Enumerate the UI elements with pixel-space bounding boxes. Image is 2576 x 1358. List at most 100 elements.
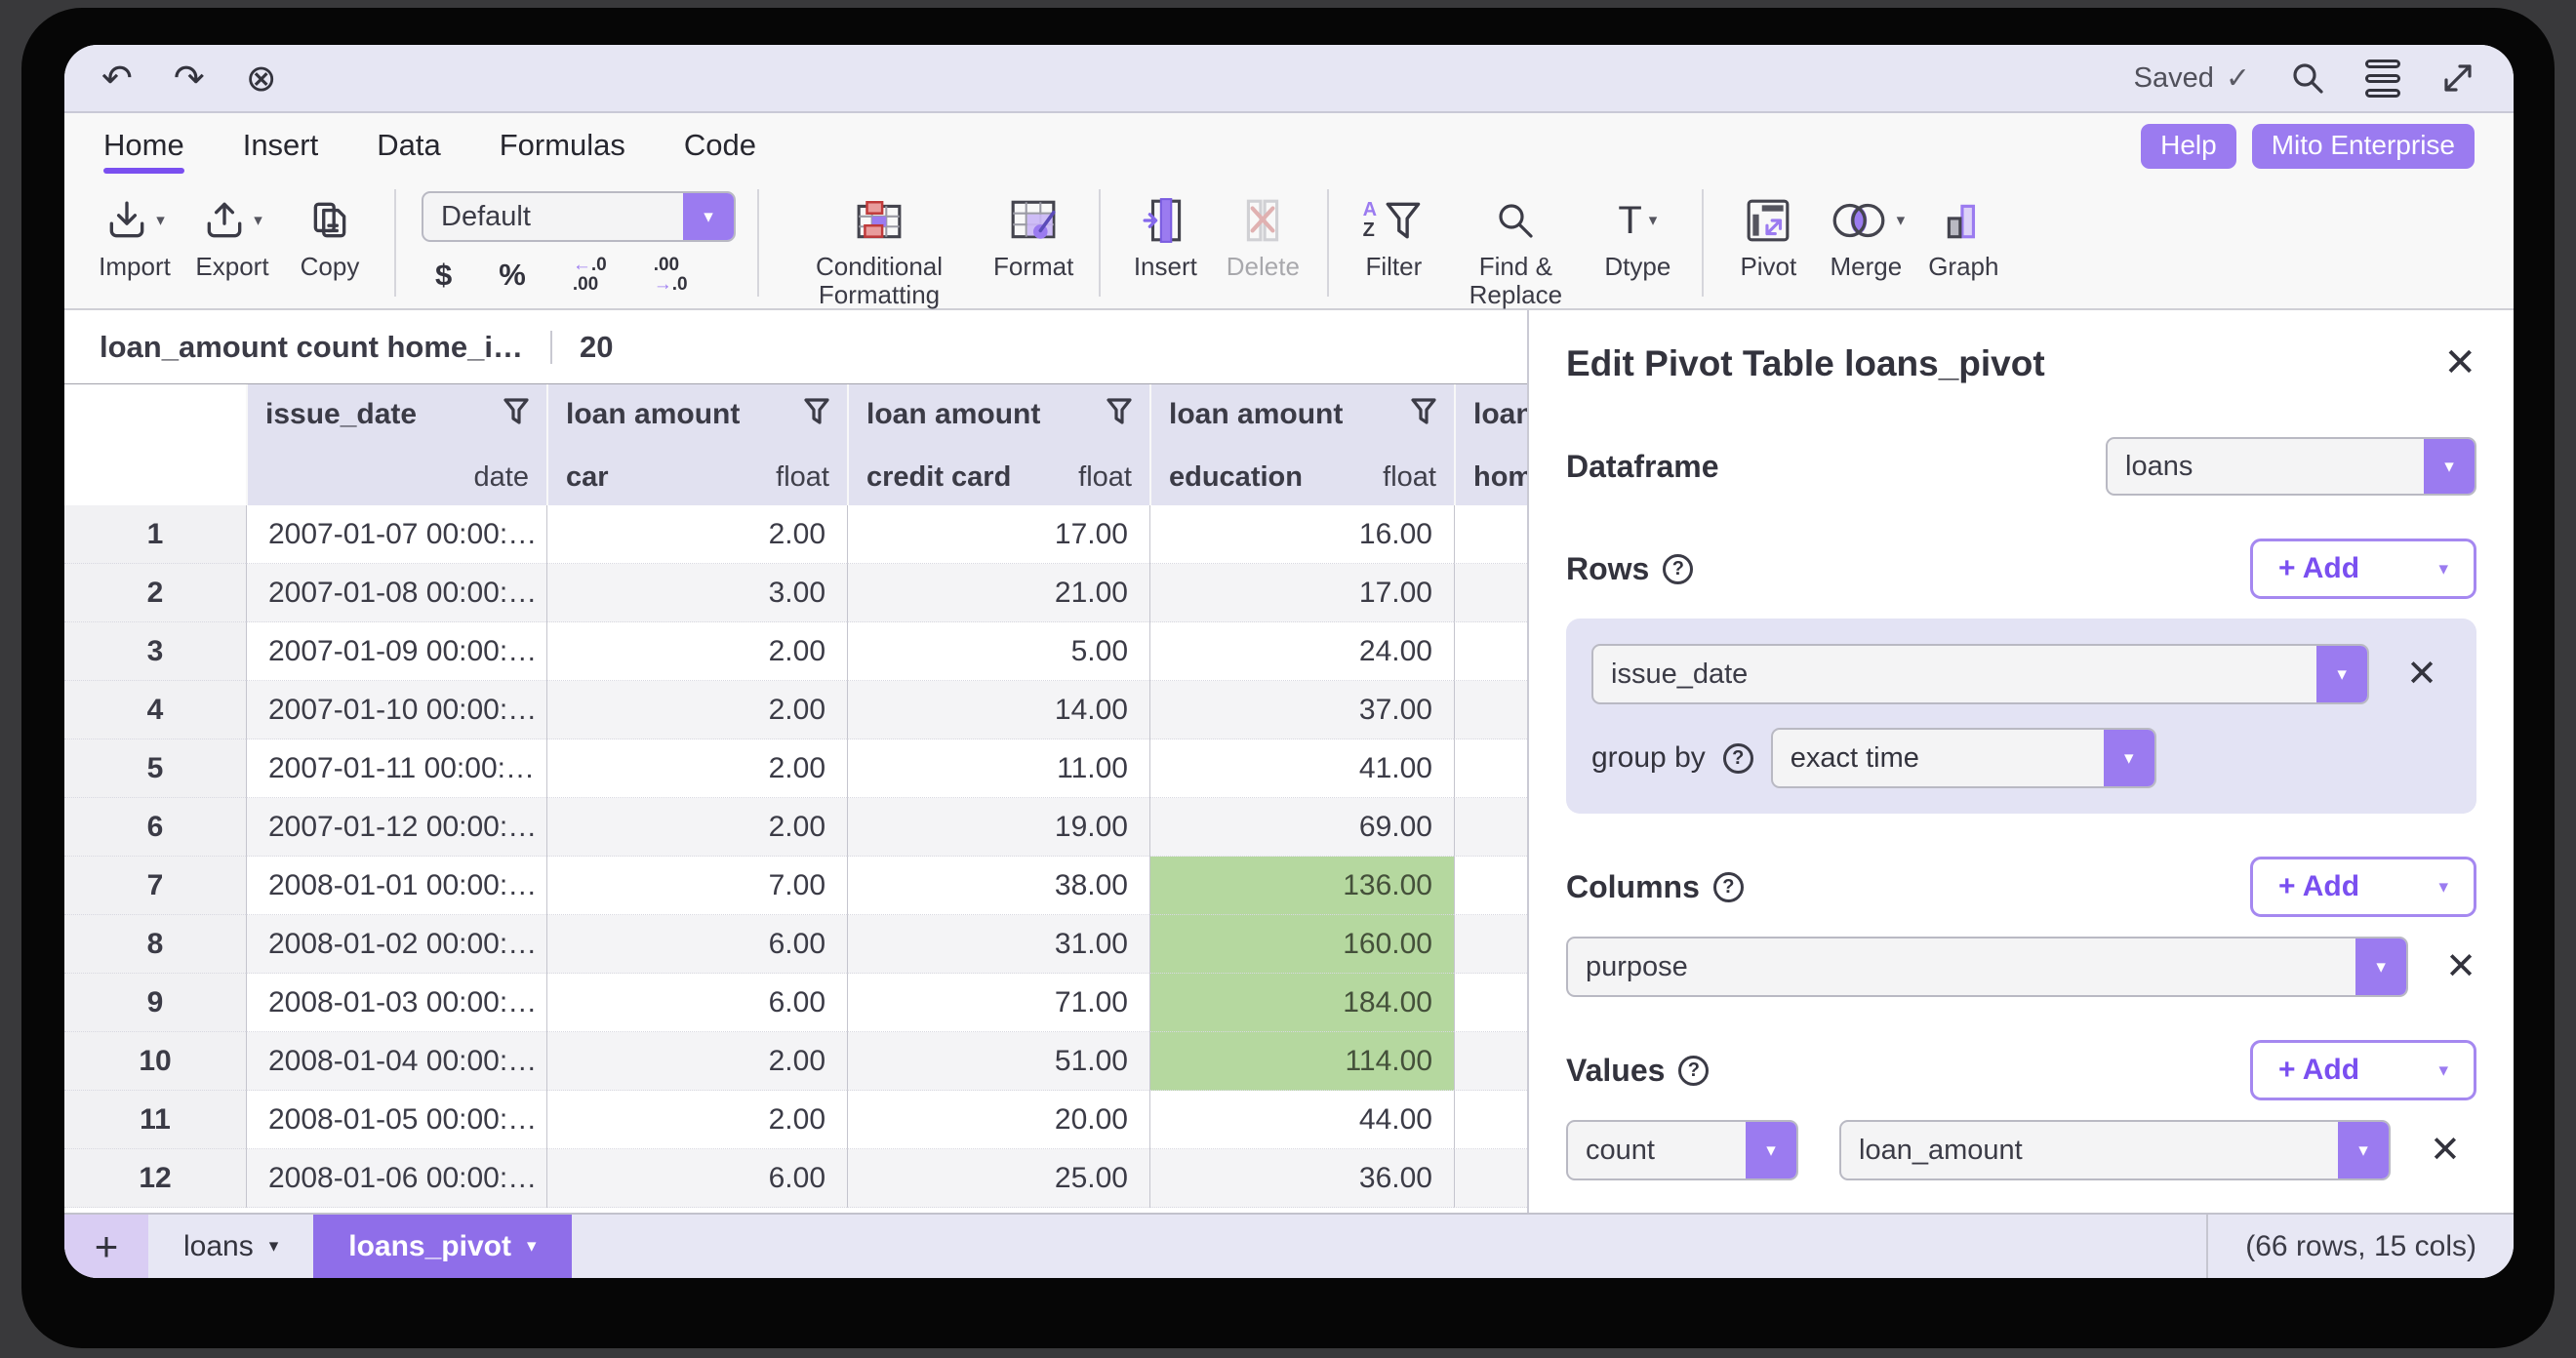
filter-icon[interactable]	[1107, 398, 1132, 425]
search-icon[interactable]	[2289, 60, 2326, 97]
cell-issue-date[interactable]: 2008-01-03 00:00:…	[246, 974, 546, 1032]
column-header-loan-amount-credit-card[interactable]: loan amount credit cardfloat	[847, 384, 1149, 505]
percent-format-button[interactable]: %	[499, 258, 526, 293]
cell-issue-date[interactable]: 2008-01-05 00:00:…	[246, 1091, 546, 1149]
dtype-button[interactable]: T ▾ Dtype	[1589, 180, 1686, 281]
row-field-select[interactable]: issue_date ▾	[1591, 644, 2369, 704]
steps-menu-icon[interactable]	[2365, 60, 2400, 98]
aggregation-select[interactable]: count ▾	[1566, 1120, 1798, 1180]
column-header-loan-amount-home[interactable]: loan a home	[1454, 384, 1527, 505]
add-sheet-button[interactable]: +	[64, 1215, 148, 1278]
tab-formulas[interactable]: Formulas	[500, 120, 625, 174]
column-field-select[interactable]: purpose ▾	[1566, 937, 2408, 997]
cell-loan-amount-education[interactable]: 69.00	[1149, 798, 1454, 857]
cell-loan-amount-education[interactable]: 17.00	[1149, 564, 1454, 622]
cell-loan-amount-car[interactable]: 7.00	[546, 857, 847, 915]
cell-issue-date[interactable]: 2008-01-01 00:00:…	[246, 857, 546, 915]
number-format-select[interactable]: Default ▾	[422, 191, 736, 242]
cell-loan-amount-car[interactable]: 6.00	[546, 1149, 847, 1208]
cell-loan-amount-credit-card[interactable]: 5.00	[847, 622, 1149, 681]
export-button[interactable]: ▾ Export	[183, 180, 281, 281]
remove-column-field-icon[interactable]: ✕	[2445, 948, 2476, 985]
sheet-tab-loans-pivot[interactable]: loans_pivot ▾	[313, 1215, 571, 1278]
cell-loan-amount-credit-card[interactable]: 51.00	[847, 1032, 1149, 1091]
cell-loan-amount-credit-card[interactable]: 14.00	[847, 681, 1149, 739]
row-index[interactable]: 9	[64, 974, 246, 1032]
cell-issue-date[interactable]: 2007-01-09 00:00:…	[246, 622, 546, 681]
cell-loan-amount-car[interactable]: 2.00	[546, 1091, 847, 1149]
cell-loan-amount-education[interactable]: 24.00	[1149, 622, 1454, 681]
sheet-tab-loans[interactable]: loans ▾	[148, 1215, 313, 1278]
add-row-button[interactable]: + Add ▾	[2250, 539, 2476, 599]
delete-column-button[interactable]: Delete	[1214, 180, 1311, 281]
cell-issue-date[interactable]: 2008-01-02 00:00:…	[246, 915, 546, 974]
cell-loan-amount-home[interactable]	[1454, 974, 1527, 1032]
cell-loan-amount-car[interactable]: 2.00	[546, 798, 847, 857]
filter-button[interactable]: AZ Filter	[1345, 180, 1442, 281]
cell-loan-amount-home[interactable]	[1454, 798, 1527, 857]
undo-icon[interactable]: ↶	[101, 57, 133, 100]
cell-issue-date[interactable]: 2007-01-10 00:00:…	[246, 681, 546, 739]
column-header-issue-date[interactable]: issue_date date	[246, 384, 546, 505]
decrease-decimals-button[interactable]: ←.0 .00	[573, 256, 607, 295]
cell-loan-amount-home[interactable]	[1454, 1032, 1527, 1091]
cell-loan-amount-home[interactable]	[1454, 1091, 1527, 1149]
cell-loan-amount-home[interactable]	[1454, 622, 1527, 681]
add-column-button[interactable]: + Add ▾	[2250, 857, 2476, 917]
insert-column-button[interactable]: Insert	[1116, 180, 1214, 281]
clear-edits-icon[interactable]: ⊗	[246, 57, 277, 100]
filter-icon[interactable]	[804, 398, 829, 425]
cell-loan-amount-car[interactable]: 2.00	[546, 681, 847, 739]
row-index[interactable]: 7	[64, 857, 246, 915]
cell-loan-amount-car[interactable]: 2.00	[546, 505, 847, 564]
cell-loan-amount-credit-card[interactable]: 31.00	[847, 915, 1149, 974]
row-index[interactable]: 11	[64, 1091, 246, 1149]
cell-issue-date[interactable]: 2007-01-08 00:00:…	[246, 564, 546, 622]
increase-decimals-button[interactable]: .00 →.0	[654, 256, 688, 295]
row-index[interactable]: 4	[64, 681, 246, 739]
fullscreen-icon[interactable]	[2439, 60, 2476, 97]
cell-loan-amount-credit-card[interactable]: 21.00	[847, 564, 1149, 622]
currency-format-button[interactable]: $	[435, 258, 452, 293]
cell-loan-amount-car[interactable]: 2.00	[546, 622, 847, 681]
cell-loan-amount-education[interactable]: 184.00	[1149, 974, 1454, 1032]
cell-loan-amount-credit-card[interactable]: 17.00	[847, 505, 1149, 564]
cell-issue-date[interactable]: 2007-01-11 00:00:…	[246, 739, 546, 798]
column-header-loan-amount-car[interactable]: loan amount carfloat	[546, 384, 847, 505]
tab-data[interactable]: Data	[377, 120, 440, 174]
column-header-loan-amount-education[interactable]: loan amount educationfloat	[1149, 384, 1454, 505]
cell-issue-date[interactable]: 2008-01-04 00:00:…	[246, 1032, 546, 1091]
help-icon[interactable]: ?	[1678, 1056, 1709, 1086]
row-index[interactable]: 12	[64, 1149, 246, 1208]
row-index[interactable]: 5	[64, 739, 246, 798]
cell-loan-amount-home[interactable]	[1454, 681, 1527, 739]
help-icon[interactable]: ?	[1723, 743, 1753, 774]
tab-home[interactable]: Home	[103, 120, 184, 174]
row-index[interactable]: 3	[64, 622, 246, 681]
cell-loan-amount-education[interactable]: 136.00	[1149, 857, 1454, 915]
cell-issue-date[interactable]: 2007-01-07 00:00:…	[246, 505, 546, 564]
cell-loan-amount-education[interactable]: 160.00	[1149, 915, 1454, 974]
redo-icon[interactable]: ↷	[174, 57, 205, 100]
row-index[interactable]: 2	[64, 564, 246, 622]
merge-button[interactable]: ▾ Merge	[1817, 180, 1914, 281]
row-index[interactable]: 8	[64, 915, 246, 974]
cell-loan-amount-home[interactable]	[1454, 857, 1527, 915]
cell-loan-amount-home[interactable]	[1454, 1149, 1527, 1208]
remove-value-field-icon[interactable]: ✕	[2430, 1132, 2461, 1169]
cell-loan-amount-credit-card[interactable]: 11.00	[847, 739, 1149, 798]
formula-input[interactable]: 20	[580, 330, 613, 365]
conditional-formatting-button[interactable]: Conditional Formatting	[775, 180, 984, 309]
pivot-button[interactable]: Pivot	[1719, 180, 1817, 281]
cell-loan-amount-credit-card[interactable]: 20.00	[847, 1091, 1149, 1149]
dataframe-select[interactable]: loans ▾	[2106, 437, 2476, 496]
help-icon[interactable]: ?	[1663, 554, 1693, 584]
format-button[interactable]: Format	[984, 180, 1083, 281]
cell-loan-amount-car[interactable]: 6.00	[546, 974, 847, 1032]
cell-loan-amount-credit-card[interactable]: 38.00	[847, 857, 1149, 915]
add-value-button[interactable]: + Add ▾	[2250, 1040, 2476, 1100]
cell-loan-amount-education[interactable]: 37.00	[1149, 681, 1454, 739]
cell-loan-amount-credit-card[interactable]: 71.00	[847, 974, 1149, 1032]
group-by-select[interactable]: exact time ▾	[1771, 728, 2156, 788]
row-index[interactable]: 1	[64, 505, 246, 564]
